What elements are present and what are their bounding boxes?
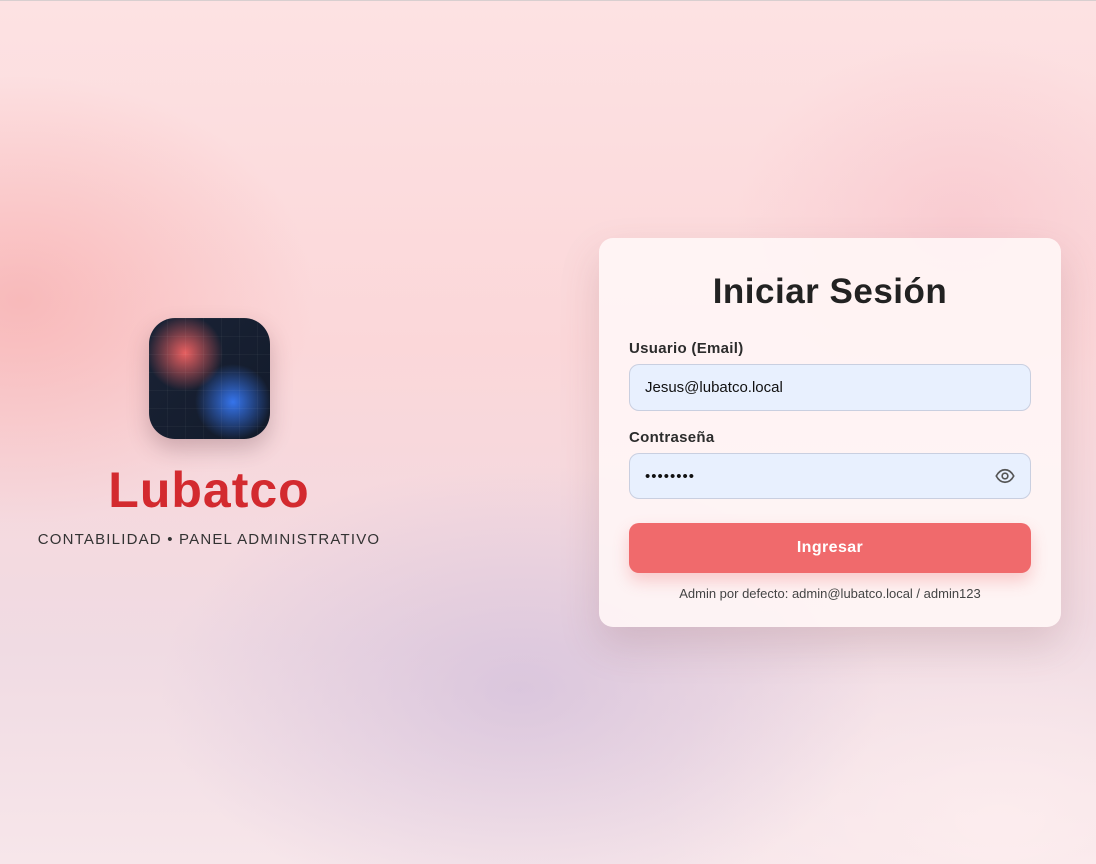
password-label: Contraseña xyxy=(629,429,715,446)
logo-grid-texture xyxy=(148,318,270,439)
brand-panel: Lubatco CONTABILIDAD • PANEL ADMINISTRAT… xyxy=(0,318,418,548)
default-admin-hint: Admin por defecto: admin@lubatco.local /… xyxy=(679,586,981,601)
eye-icon[interactable] xyxy=(995,466,1015,486)
email-label: Usuario (Email) xyxy=(629,340,744,357)
login-submit-button[interactable]: Ingresar xyxy=(629,523,1031,573)
brand-name: Lubatco xyxy=(108,462,310,518)
password-input[interactable] xyxy=(629,453,1031,499)
email-input[interactable] xyxy=(629,364,1031,411)
login-title: Iniciar Sesión xyxy=(712,272,948,311)
password-field-wrapper xyxy=(629,453,1031,499)
brand-subtitle: CONTABILIDAD • PANEL ADMINISTRATIVO xyxy=(37,531,381,548)
lubatco-logo-icon xyxy=(148,318,270,439)
login-card: Iniciar Sesión Usuario (Email) Contraseñ… xyxy=(599,238,1061,627)
email-field-wrapper xyxy=(629,364,1031,411)
top-border xyxy=(0,0,1096,1)
